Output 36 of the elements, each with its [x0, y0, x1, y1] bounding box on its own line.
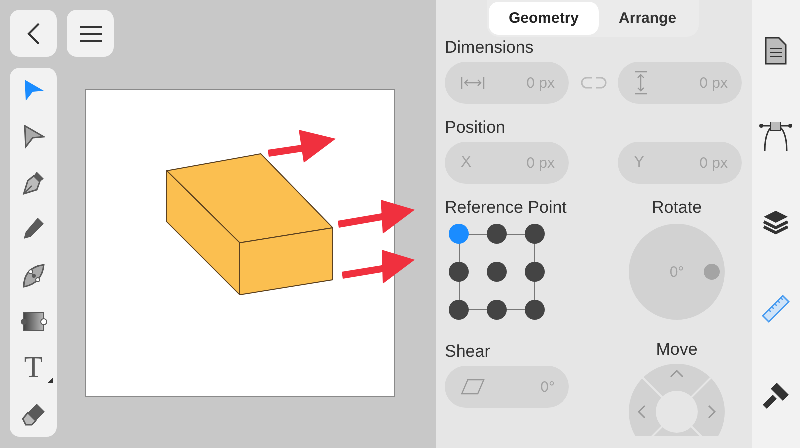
gradient-slider-icon [20, 310, 48, 333]
reference-point[interactable] [525, 224, 545, 244]
tool-button[interactable]: T [10, 346, 57, 389]
height-icon [634, 71, 648, 95]
layers-icon [762, 208, 790, 237]
reference-point[interactable] [449, 300, 469, 320]
back-icon [26, 22, 42, 46]
reference-point[interactable] [525, 300, 545, 320]
tab[interactable]: Geometry [489, 2, 600, 35]
hollow-pointer-icon [22, 125, 44, 150]
eraser-icon [20, 402, 46, 426]
reference-point[interactable] [487, 224, 507, 244]
parallelogram-icon [461, 379, 485, 395]
section-label: Dimensions [445, 38, 535, 58]
ruler-icon [761, 294, 791, 324]
section-label: Rotate [652, 198, 702, 218]
paintbrush-icon [761, 381, 791, 412]
pen-nib-icon [22, 170, 46, 196]
back-button[interactable] [10, 10, 57, 57]
leaf-shape-icon [22, 262, 46, 289]
arrow-pointer-icon [22, 79, 44, 104]
reference-point[interactable] [525, 262, 545, 282]
section-label: Move [656, 340, 698, 360]
menu-icon [78, 24, 102, 42]
reference-point[interactable] [487, 262, 507, 282]
section-label: Position [445, 118, 506, 138]
bezier-node-icon [759, 122, 793, 152]
reference-point[interactable] [487, 300, 507, 320]
reference-point[interactable] [449, 262, 469, 282]
width-icon [461, 76, 485, 90]
tab[interactable]: Arrange [599, 2, 697, 35]
section-label: Shear [445, 342, 492, 362]
section-label: Reference Point [445, 198, 568, 218]
menu-button[interactable] [67, 10, 114, 57]
arrow [268, 130, 336, 163]
document-icon [765, 36, 787, 65]
